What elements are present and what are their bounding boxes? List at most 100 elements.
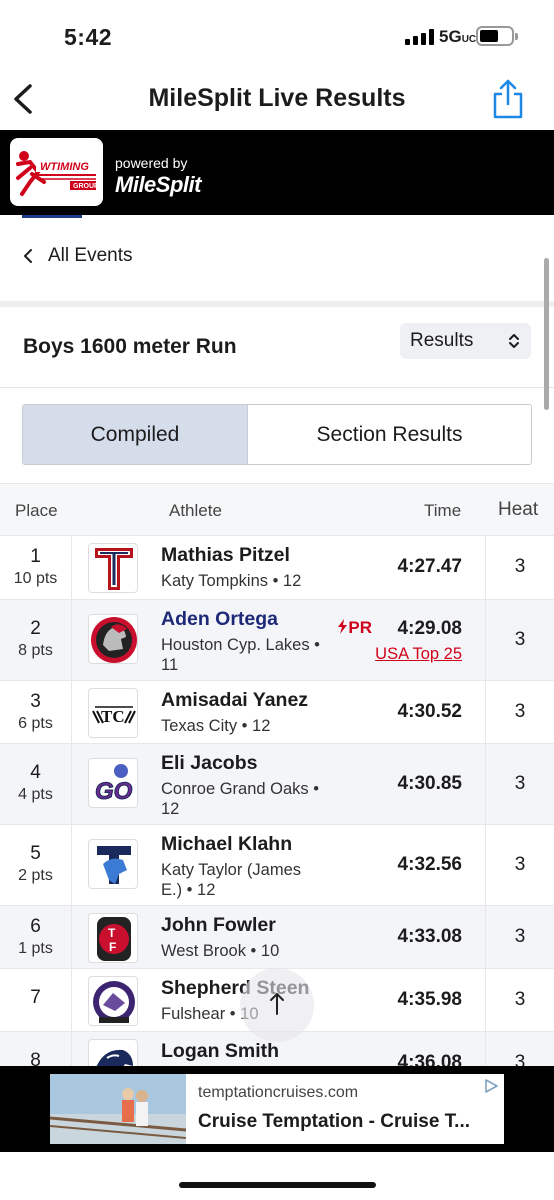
place-number: 6 <box>30 916 41 937</box>
personal-record-badge: PR <box>337 618 372 638</box>
result-time: 4:30.52 <box>397 701 462 722</box>
place-cell: 6 1 pts <box>0 906 72 968</box>
result-time: 4:29.08 <box>397 618 462 639</box>
points: 1 pts <box>18 940 53 957</box>
table-row[interactable]: 2 8 pts Aden Ortega Houston Cyp. Lakes •… <box>0 599 554 680</box>
heat-cell: 3 <box>485 536 554 599</box>
tab-section-results[interactable]: Section Results <box>248 405 531 464</box>
heat-cell: 3 <box>485 744 554 824</box>
heat-number: 3 <box>514 773 526 794</box>
results-tabs: Compiled Section Results <box>22 404 532 465</box>
result-time: 4:32.56 <box>397 854 462 875</box>
table-row[interactable]: 6 1 pts T F John Fowler West Brook • 10 … <box>0 905 554 968</box>
bottom-safe-area <box>0 1152 554 1200</box>
place-cell: 5 2 pts <box>0 825 72 905</box>
place-number: 5 <box>30 843 41 864</box>
heat-cell: 3 <box>485 906 554 968</box>
place-number: 1 <box>30 546 41 567</box>
grand-oaks-logo: GO <box>88 758 138 808</box>
cruise-ad-image <box>50 1074 186 1144</box>
status-bar: 5:42 5GUC <box>0 0 554 70</box>
result-time: 4:35.98 <box>397 989 462 1010</box>
athlete-name[interactable]: Logan Smith <box>161 1040 279 1063</box>
result-time: 4:27.47 <box>397 556 462 577</box>
arrow-up-icon <box>270 993 284 1015</box>
athlete-school: Conroe Grand Oaks • 12 <box>161 780 320 818</box>
place-cell: 2 8 pts <box>0 600 72 680</box>
athlete-name[interactable]: John Fowler <box>161 914 276 937</box>
event-title: Boys 1600 meter Run <box>23 335 237 358</box>
table-row[interactable]: 4 4 pts GO Eli Jacobs Conroe Grand Oaks … <box>0 743 554 824</box>
heat-number: 3 <box>514 989 526 1010</box>
view-select[interactable]: Results <box>400 323 531 359</box>
svg-text:GO: GO <box>95 778 133 805</box>
place-number: 7 <box>30 987 41 1008</box>
chevron-left-icon <box>24 249 32 263</box>
athlete-name[interactable]: Michael Klahn <box>161 833 292 856</box>
lightning-icon <box>338 619 348 634</box>
scroll-to-top-button[interactable] <box>240 968 314 1042</box>
place-number: 4 <box>30 762 41 783</box>
all-events-label: All Events <box>48 245 133 266</box>
place-cell: 1 10 pts <box>0 536 72 599</box>
column-header-place: Place <box>15 501 58 520</box>
svg-text:GROUP: GROUP <box>73 183 99 190</box>
place-number: 2 <box>30 618 41 639</box>
share-icon[interactable] <box>490 78 526 120</box>
navigation-bar: MileSplit Live Results <box>0 70 554 130</box>
powered-by-label: powered by <box>115 155 188 171</box>
tab-compiled[interactable]: Compiled <box>23 405 248 464</box>
place-number: 3 <box>30 691 41 712</box>
network-label: 5GUC <box>439 27 477 46</box>
timing-banner: WTIMING GROUP powered by MileSplit <box>0 130 554 215</box>
place-cell: 7 <box>0 969 72 1031</box>
timing-group-logo: WTIMING GROUP <box>10 138 103 206</box>
all-events-link[interactable]: All Events <box>22 245 132 267</box>
points: 8 pts <box>18 642 53 659</box>
athlete-name[interactable]: Amisadai Yanez <box>161 689 308 712</box>
table-row[interactable]: 5 2 pts Michael Klahn Katy Taylor (James… <box>0 824 554 905</box>
svg-text:T: T <box>108 926 116 940</box>
svg-text:WTIMING: WTIMING <box>40 161 89 173</box>
column-header-heat: Heat <box>498 499 539 520</box>
athlete-school: Houston Cyp. Lakes • 11 <box>161 636 320 674</box>
page-title: MileSplit Live Results <box>148 84 406 112</box>
ad-card[interactable]: temptationcruises.com Cruise Temptation … <box>50 1074 504 1144</box>
athlete-name[interactable]: Aden Ortega <box>161 608 278 631</box>
texas-city-logo: TC <box>88 688 138 738</box>
table-header: Place Athlete Time Heat <box>0 483 554 535</box>
top-tab-indicator <box>22 215 82 218</box>
svg-text:TC: TC <box>101 707 125 726</box>
result-time: 4:33.08 <box>397 926 462 947</box>
scroll-indicator[interactable] <box>544 258 549 410</box>
heat-number: 3 <box>514 629 526 650</box>
table-row[interactable]: 1 10 pts Mathias Pitzel Katy Tompkins • … <box>0 535 554 599</box>
home-indicator[interactable] <box>179 1182 376 1188</box>
column-header-athlete: Athlete <box>169 501 222 520</box>
place-cell: 3 6 pts <box>0 681 72 743</box>
place-cell: 4 4 pts <box>0 744 72 824</box>
athlete-name[interactable]: Eli Jacobs <box>161 752 257 775</box>
heat-number: 3 <box>514 926 526 947</box>
section-divider <box>0 301 554 307</box>
athlete-school: Katy Taylor (James E.) • 12 <box>161 861 301 899</box>
heat-number: 3 <box>514 556 526 577</box>
athlete-school: West Brook • 10 <box>161 942 280 960</box>
heat-cell: 3 <box>485 825 554 905</box>
heat-number: 3 <box>514 854 526 875</box>
athlete-name[interactable]: Mathias Pitzel <box>161 544 290 567</box>
west-brook-logo: T F <box>88 913 138 963</box>
usa-top-25-link[interactable]: USA Top 25 <box>375 645 462 664</box>
athlete-school: Katy Tompkins • 12 <box>161 572 302 590</box>
adchoices-icon[interactable] <box>483 1078 499 1094</box>
points: 10 pts <box>13 570 58 587</box>
ad-banner: temptationcruises.com Cruise Temptation … <box>0 1066 554 1152</box>
table-row[interactable]: 3 6 pts TC Amisadai Yanez Texas City • 1… <box>0 680 554 743</box>
heat-number: 3 <box>514 701 526 722</box>
milesplit-brand: MileSplit <box>115 172 201 197</box>
heat-cell: 3 <box>485 969 554 1031</box>
cellular-signal-icon <box>405 29 434 45</box>
fulshear-logo <box>88 976 138 1026</box>
svg-text:F: F <box>109 940 116 954</box>
heat-cell: 3 <box>485 681 554 743</box>
